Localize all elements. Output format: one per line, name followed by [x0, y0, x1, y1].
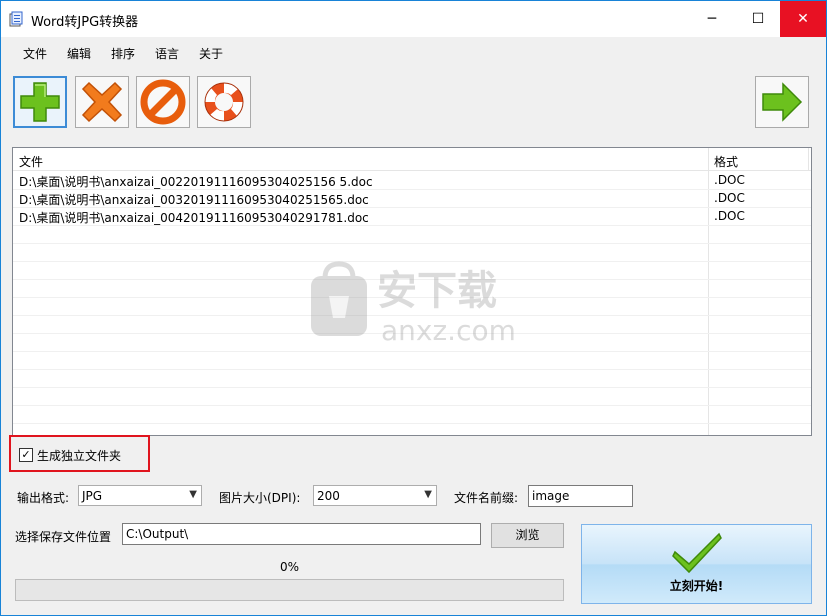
app-window: Word转JPG转换器 ─ ☐ ✕ 文件 编辑 排序 语言 关于 文件 格式 D… [0, 0, 827, 616]
file-path-cell: D:\桌面\说明书\anxaizai_003201911160953040251… [19, 193, 369, 207]
dpi-label: 图片大小(DPI): [219, 491, 301, 505]
menu-sort[interactable]: 排序 [111, 45, 135, 62]
window-title: Word转JPG转换器 [31, 15, 139, 30]
file-path-cell: D:\桌面\说明书\anxaizai_004201911160953040291… [19, 211, 369, 225]
help-button[interactable] [197, 76, 251, 128]
table-row[interactable]: D:\桌面\说明书\anxaizai_002201911160953040251… [13, 171, 811, 190]
next-step-button[interactable] [755, 76, 809, 128]
output-format-label: 输出格式: [17, 491, 70, 505]
file-path-cell: D:\桌面\说明书\anxaizai_002201911160953040251… [19, 175, 373, 189]
empty-row [13, 225, 811, 244]
file-format-cell: .DOC [714, 191, 745, 205]
menu-language[interactable]: 语言 [155, 45, 179, 62]
output-format-value: JPG [82, 489, 103, 503]
delete-icon [81, 81, 123, 123]
progress-bar [15, 579, 564, 601]
chevron-down-icon: ▼ [189, 489, 197, 500]
file-list[interactable]: 文件 格式 D:\桌面\说明书\anxaizai_002201911160953… [12, 147, 812, 436]
start-convert-button[interactable]: 立刻开始! [581, 524, 812, 604]
app-icon [9, 11, 23, 27]
empty-row [13, 387, 811, 406]
menu-file[interactable]: 文件 [23, 45, 47, 62]
watermark-cn: 安下载 [377, 268, 497, 314]
maximize-button[interactable]: ☐ [735, 1, 781, 37]
save-location-input[interactable]: C:\Output\ [122, 523, 481, 545]
empty-row [13, 405, 811, 424]
file-format-cell: .DOC [714, 209, 745, 223]
add-file-button[interactable] [13, 76, 67, 128]
menu-bar: 文件 编辑 排序 语言 关于 [1, 38, 826, 64]
prefix-input[interactable]: image [528, 485, 633, 507]
prefix-label: 文件名前缀: [454, 491, 519, 505]
table-row[interactable]: D:\桌面\说明书\anxaizai_004201911160953040291… [13, 207, 811, 226]
separate-folder-option: ✓ 生成独立文件夹 [9, 435, 150, 472]
menu-about[interactable]: 关于 [199, 45, 223, 62]
minimize-button[interactable]: ─ [689, 1, 735, 37]
column-header-file[interactable]: 文件 [19, 153, 43, 170]
prefix-value: image [532, 489, 570, 503]
menu-edit[interactable]: 编辑 [67, 45, 91, 62]
separate-folder-checkbox[interactable]: ✓ [19, 448, 33, 462]
help-icon [204, 82, 244, 122]
remove-file-button[interactable] [75, 76, 129, 128]
browse-button[interactable]: 浏览 [491, 523, 564, 548]
output-format-select[interactable]: JPG ▼ [78, 485, 202, 506]
save-location-value: C:\Output\ [126, 527, 189, 541]
table-row[interactable]: D:\桌面\说明书\anxaizai_003201911160953040251… [13, 189, 811, 208]
close-button[interactable]: ✕ [780, 1, 826, 37]
separate-folder-label[interactable]: 生成独立文件夹 [37, 447, 121, 464]
checkmark-icon [672, 532, 722, 574]
column-header-format[interactable]: 格式 [714, 153, 738, 170]
progress-percent: 0% [280, 560, 300, 574]
add-icon [20, 82, 60, 122]
file-format-cell: .DOC [714, 173, 745, 187]
watermark-en: anxz.com [381, 314, 516, 347]
dpi-select[interactable]: 200 ▼ [313, 485, 437, 506]
next-arrow-icon [762, 82, 803, 122]
column-divider [808, 148, 809, 170]
chevron-down-icon: ▼ [424, 489, 432, 500]
clear-list-button[interactable] [136, 76, 190, 128]
file-list-header: 文件 格式 [13, 148, 811, 171]
empty-row [13, 369, 811, 388]
start-button-label: 立刻开始! [669, 579, 724, 593]
dpi-value: 200 [317, 489, 340, 503]
title-bar[interactable]: Word转JPG转换器 ─ ☐ ✕ [1, 1, 826, 37]
empty-row [13, 351, 811, 370]
clear-icon [140, 79, 186, 125]
watermark-logo: 安下载 anxz.com [311, 261, 516, 347]
save-location-label: 选择保存文件位置 [15, 530, 112, 544]
